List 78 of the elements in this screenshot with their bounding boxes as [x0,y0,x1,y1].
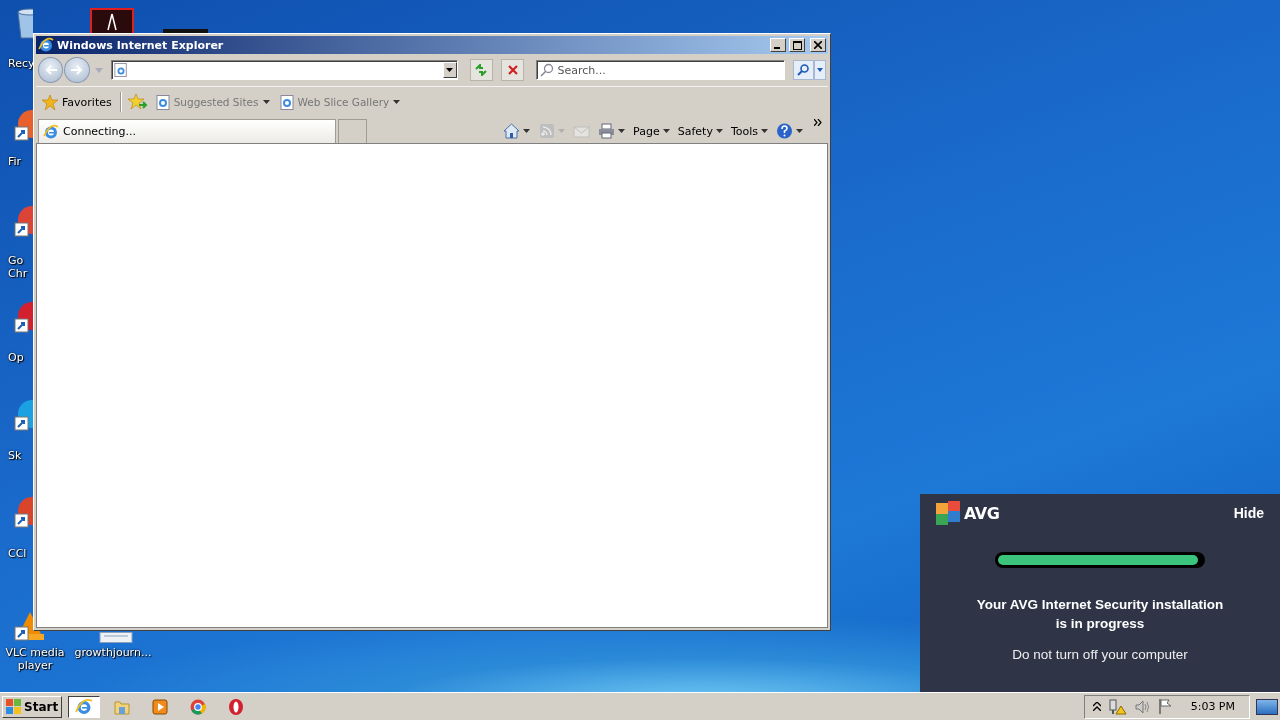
close-icon [814,41,822,49]
stop-button[interactable] [501,59,525,81]
desktop-icon-label[interactable]: CCl [8,547,34,560]
play-icon [151,697,170,716]
mail-icon [573,123,591,139]
search-field[interactable]: Search... [536,60,785,80]
windows-logo-icon [6,699,22,714]
dropdown-button[interactable] [442,62,457,78]
logo-icon [936,501,962,525]
maximize-icon [792,40,802,50]
feed-icon [538,123,556,139]
show-desktop-button[interactable] [1256,698,1278,715]
minimize-button[interactable] [770,38,786,52]
brand-name: AVG [964,503,1000,523]
caret-icon [523,129,531,133]
desktop-icon-label[interactable]: Go Chr [8,254,34,280]
refresh-arrows-icon [474,64,489,76]
back-button[interactable] [38,57,64,83]
desktop-icon-label[interactable]: Recy [8,57,34,70]
chrome-icon [189,697,208,716]
caret-icon [715,129,723,133]
page-icon [279,94,294,110]
home-icon [503,123,521,139]
page-icon [155,94,170,110]
menu-button[interactable]: Tools [729,119,769,143]
forward-arrow-icon [70,64,85,76]
caret-icon [558,129,566,133]
browser-e-icon [38,37,54,53]
caret-icon [662,129,670,133]
chevron-up-icon[interactable] [1092,702,1101,711]
page-icon [113,63,128,77]
caret-icon [262,100,270,104]
close-button[interactable] [810,38,826,52]
address-field[interactable] [110,60,458,80]
caret-icon [817,68,824,72]
caret-icon [618,129,626,133]
network-warning-icon[interactable] [1108,698,1127,715]
caret-icon [761,129,768,133]
desktop-icon-label[interactable]: growthjourn... [72,646,154,659]
desktop-icon-label[interactable]: Fir [8,155,34,168]
warning-note: Do not turn off your computer [1012,647,1188,662]
favorites-button[interactable]: Favorites [40,94,114,110]
window-title: Windows Internet Explorer [57,38,224,52]
search-input[interactable]: Search... [557,63,778,77]
maximize-button[interactable] [789,38,805,52]
caret-icon [796,129,803,133]
opera-icon [227,697,246,716]
menu-button[interactable]: Safety [676,119,724,143]
refresh-button[interactable] [469,59,493,81]
forward-button[interactable] [64,57,90,83]
flag-icon[interactable] [1158,699,1173,714]
status-message: Your AVG Internet Security installation is in progress [975,596,1225,633]
close-icon [507,65,518,75]
back-arrow-icon [43,64,58,76]
clock[interactable]: 5:03 PM [1190,700,1235,713]
desktop-icon-label[interactable]: VLC media player [0,646,70,672]
caret-icon [446,68,453,72]
hide-link[interactable]: Hide [1233,505,1264,521]
star-icon [42,94,58,110]
document-icon[interactable] [98,632,134,644]
search-button[interactable] [792,60,815,80]
search-icon [540,63,555,77]
desktop-icon-label[interactable]: Sk [8,449,34,462]
help-icon [776,123,793,139]
menu-button[interactable]: Page [632,119,671,143]
speaker-icon[interactable] [1134,699,1151,714]
caret-icon [393,100,401,104]
chevron-icon[interactable] [814,119,822,126]
taskbar-app-button[interactable] [68,695,101,718]
search-icon [797,64,810,76]
printer-icon [598,123,616,139]
browser-e-icon [43,123,59,140]
browser-e-icon [75,697,94,716]
desktop-icon-label[interactable]: Op [8,351,34,364]
start-button[interactable]: Start [2,695,63,718]
browser-tab[interactable]: Connecting... [38,119,336,143]
search-options-button[interactable] [814,60,826,80]
recycle-bin-icon[interactable] [14,8,33,40]
